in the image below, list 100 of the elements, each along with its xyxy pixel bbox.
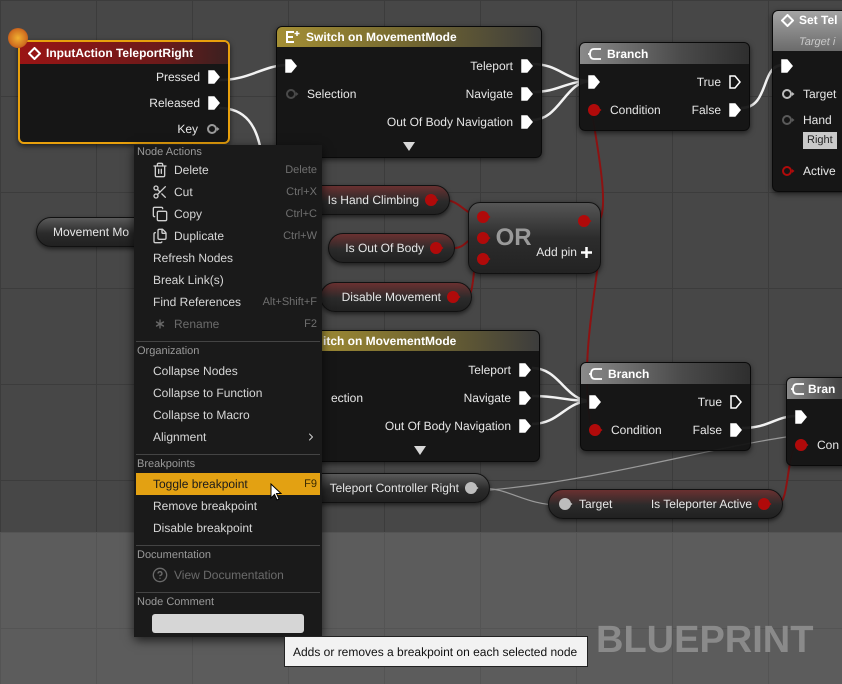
cursor-icon	[270, 483, 282, 501]
exec-pin-icon[interactable]	[729, 103, 741, 117]
node-title: Set Tel	[799, 12, 838, 30]
data-pin-icon[interactable]	[559, 498, 573, 510]
menu-section-heading: Node Comment	[136, 595, 216, 610]
node-title: itch on MovementMode	[323, 333, 456, 350]
exec-pin-icon[interactable]	[519, 391, 531, 405]
pin-label: Pressed	[156, 69, 200, 86]
exec-pin-icon[interactable]	[519, 419, 531, 433]
node-title: Bran	[808, 380, 836, 398]
tooltip: Adds or removes a breakpoint on each selected node	[284, 636, 588, 667]
duplicate-icon	[152, 228, 168, 244]
pin-label: ection	[331, 390, 364, 407]
node-title: Branch	[607, 46, 648, 62]
menu-item[interactable]: Refresh Nodes	[136, 247, 320, 269]
pin-label: Is Hand Climbing	[328, 192, 419, 209]
plus-icon	[580, 246, 592, 258]
pin-label: True	[696, 74, 721, 91]
node-title: Movement Mo	[53, 224, 130, 241]
exec-pin-icon[interactable]	[521, 59, 533, 73]
exec-pin-icon[interactable]	[730, 423, 742, 437]
pure-node[interactable]: Disable Movement	[320, 282, 472, 312]
menu-item[interactable]: Delete Delete	[136, 159, 320, 181]
pin-label: Teleport	[470, 58, 513, 75]
branch-icon	[791, 382, 805, 396]
pin-label: False	[692, 422, 722, 439]
shortcut-label: F2	[304, 316, 317, 332]
graph-node[interactable]: Switch on MovementMode Selection Teleport Navigate Out Of Body Navigation	[276, 26, 542, 158]
help-icon	[152, 567, 168, 583]
scissors-icon	[152, 184, 168, 200]
pin-label: Active	[803, 163, 836, 180]
pure-node[interactable]: Target Is Teleporter Active	[548, 489, 783, 519]
pin-label: Target	[579, 496, 612, 513]
menu-item[interactable]: Break Link(s)	[136, 269, 320, 291]
exec-pin-icon[interactable]	[729, 75, 741, 89]
expand-arrow-icon[interactable]	[414, 446, 426, 455]
diamond-icon	[28, 46, 41, 60]
data-pin-icon[interactable]	[781, 88, 795, 100]
pin-label: Teleport	[468, 362, 511, 379]
exec-pin-icon[interactable]	[795, 410, 807, 424]
data-pin-icon[interactable]	[206, 123, 220, 135]
shortcut-label: Ctrl+W	[283, 228, 317, 244]
menu-section-heading: Organization	[136, 344, 200, 359]
pin-label: Condition	[610, 102, 661, 119]
exec-pin-icon[interactable]	[208, 70, 220, 84]
graph-node[interactable]: Branch Condition True False	[579, 42, 750, 131]
menu-item[interactable]: Find References Alt+Shift+F	[136, 291, 320, 313]
menu-section-heading: Node Actions	[136, 145, 203, 159]
menu-item[interactable]: Disable breakpoint	[136, 517, 320, 539]
shortcut-label: Delete	[285, 162, 317, 178]
exec-pin-icon[interactable]	[285, 59, 297, 73]
pin-label: Is Out Of Body	[345, 240, 424, 257]
exec-pin-icon[interactable]	[588, 75, 600, 89]
expand-arrow-icon[interactable]	[403, 142, 415, 151]
node-title: Switch on MovementMode	[306, 29, 457, 46]
branch-icon	[588, 46, 602, 60]
exec-pin-icon[interactable]	[519, 363, 531, 377]
pin-label: Navigate	[464, 390, 511, 407]
pin-label: Is Teleporter Active	[650, 496, 752, 513]
copy-icon	[152, 206, 168, 222]
exec-pin-icon[interactable]	[521, 87, 533, 101]
pin-label: Out Of Body Navigation	[384, 418, 511, 435]
graph-node[interactable]: Set Tel Target i Target Hand Right Active	[772, 10, 842, 192]
node-title: Branch	[608, 366, 650, 382]
exec-pin-icon[interactable]	[521, 115, 533, 129]
dropdown-field[interactable]: Right	[803, 132, 837, 149]
pin-label: Selection	[307, 86, 356, 103]
pin-label: Condition	[611, 422, 662, 439]
add-pin-button[interactable]: Add pin	[536, 243, 592, 261]
pin-label: Released	[149, 95, 200, 112]
pure-node[interactable]: Is Out Of Body	[328, 233, 455, 263]
diamond-icon	[781, 14, 794, 27]
menu-section-heading: Breakpoints	[136, 457, 196, 472]
node-title: OR	[496, 226, 532, 250]
graph-node[interactable]: Bran Con	[786, 377, 842, 466]
pin-label: True	[698, 394, 722, 411]
comment-field[interactable]	[152, 614, 304, 633]
pin-label: False	[692, 102, 721, 119]
pin-label: Con	[817, 437, 840, 454]
pin-label: Navigate	[466, 86, 513, 103]
shortcut-label: Alt+Shift+F	[262, 294, 317, 310]
trash-icon	[152, 162, 168, 178]
graph-node[interactable]: Branch Condition True False	[580, 362, 751, 451]
pin-label: Hand	[803, 112, 833, 129]
menu-item[interactable]: Toggle breakpoint F9	[136, 473, 320, 495]
node-subtitle: Target i	[798, 35, 836, 50]
exec-pin-icon[interactable]	[208, 96, 220, 110]
pin-label: Target	[803, 86, 836, 103]
branch-icon	[589, 366, 603, 380]
pin-label: Teleport Controller Right	[330, 480, 459, 497]
pin-label: Out Of Body Navigation	[386, 114, 513, 131]
menu-section-heading: Documentation	[136, 548, 212, 563]
node-title: InputAction TeleportRight	[46, 45, 194, 62]
switch-icon	[285, 30, 301, 44]
exec-pin-icon[interactable]	[781, 59, 793, 73]
graph-node[interactable]: InputAction TeleportRight Pressed Released Key	[18, 40, 230, 144]
data-pin-icon[interactable]	[465, 482, 479, 494]
pin-label: Key	[177, 121, 198, 138]
exec-pin-icon[interactable]	[589, 395, 601, 409]
exec-pin-icon[interactable]	[730, 395, 742, 409]
